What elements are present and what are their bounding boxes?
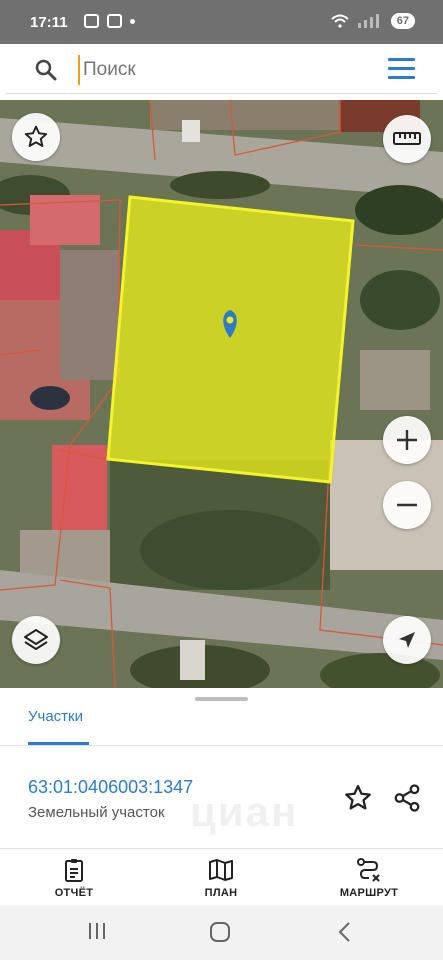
parcel-type: Земельный участок [28,804,165,821]
plus-icon [397,430,417,450]
plan-nav-item[interactable]: ПЛАН [181,857,261,899]
battery-icon: 67 [390,13,415,29]
parcel-number[interactable]: 63:01:0406003:1347 [28,777,193,798]
layers-icon [24,629,48,650]
favorite-map-button[interactable] [12,113,60,161]
bottom-navigation: ОТЧЁТ ПЛАН МАРШРУТ [0,848,443,905]
zoom-out-button[interactable] [383,481,431,529]
minus-icon [397,503,417,507]
back-icon [338,922,350,942]
navigation-arrow-icon [399,632,415,648]
wifi-icon [331,14,349,28]
signal-icon [357,14,379,28]
notification-dot-icon [130,18,135,24]
hamburger-icon [388,58,415,61]
search-bar [6,45,437,94]
report-nav-item[interactable]: ОТЧЁТ [34,857,114,899]
status-time: 17:11 [30,14,68,31]
report-label: ОТЧЁТ [54,887,94,899]
watermark: циан [190,788,299,835]
system-icons: 67 [331,13,415,29]
home-button[interactable] [206,919,236,945]
menu-button[interactable] [388,58,415,80]
screenshot-icon [84,14,99,28]
share-icon [394,784,420,812]
map-icon [209,859,233,881]
search-input[interactable] [78,55,378,85]
my-location-button[interactable] [383,616,431,664]
add-favorite-button[interactable] [343,783,375,815]
parcel-sheet: Участки циан 63:01:0406003:1347 Земельны… [0,688,443,848]
home-icon [210,922,230,942]
ruler-icon [393,132,421,145]
recents-icon [89,923,105,939]
route-icon [357,858,380,882]
tab-parcels[interactable]: Участки [28,708,83,725]
android-navigation-bar [0,905,443,960]
notification-icons [84,14,135,28]
route-nav-item[interactable]: МАРШРУТ [329,857,409,899]
star-icon [345,785,371,810]
star-icon [24,125,48,147]
gallery-icon [107,14,122,28]
divider [0,745,443,746]
share-button[interactable] [392,783,424,815]
satellite-map [0,100,443,688]
layers-button[interactable] [12,616,60,664]
report-icon [65,859,83,882]
ruler-button[interactable] [383,115,431,163]
back-button[interactable] [333,919,363,945]
plan-label: ПЛАН [204,887,238,899]
search-icon[interactable] [34,58,58,82]
status-bar: 17:11 67 [0,0,443,44]
map-view[interactable] [0,100,443,688]
sheet-drag-handle[interactable] [195,697,248,701]
route-label: МАРШРУТ [339,887,399,899]
zoom-in-button[interactable] [383,416,431,464]
recents-button[interactable] [84,919,114,945]
